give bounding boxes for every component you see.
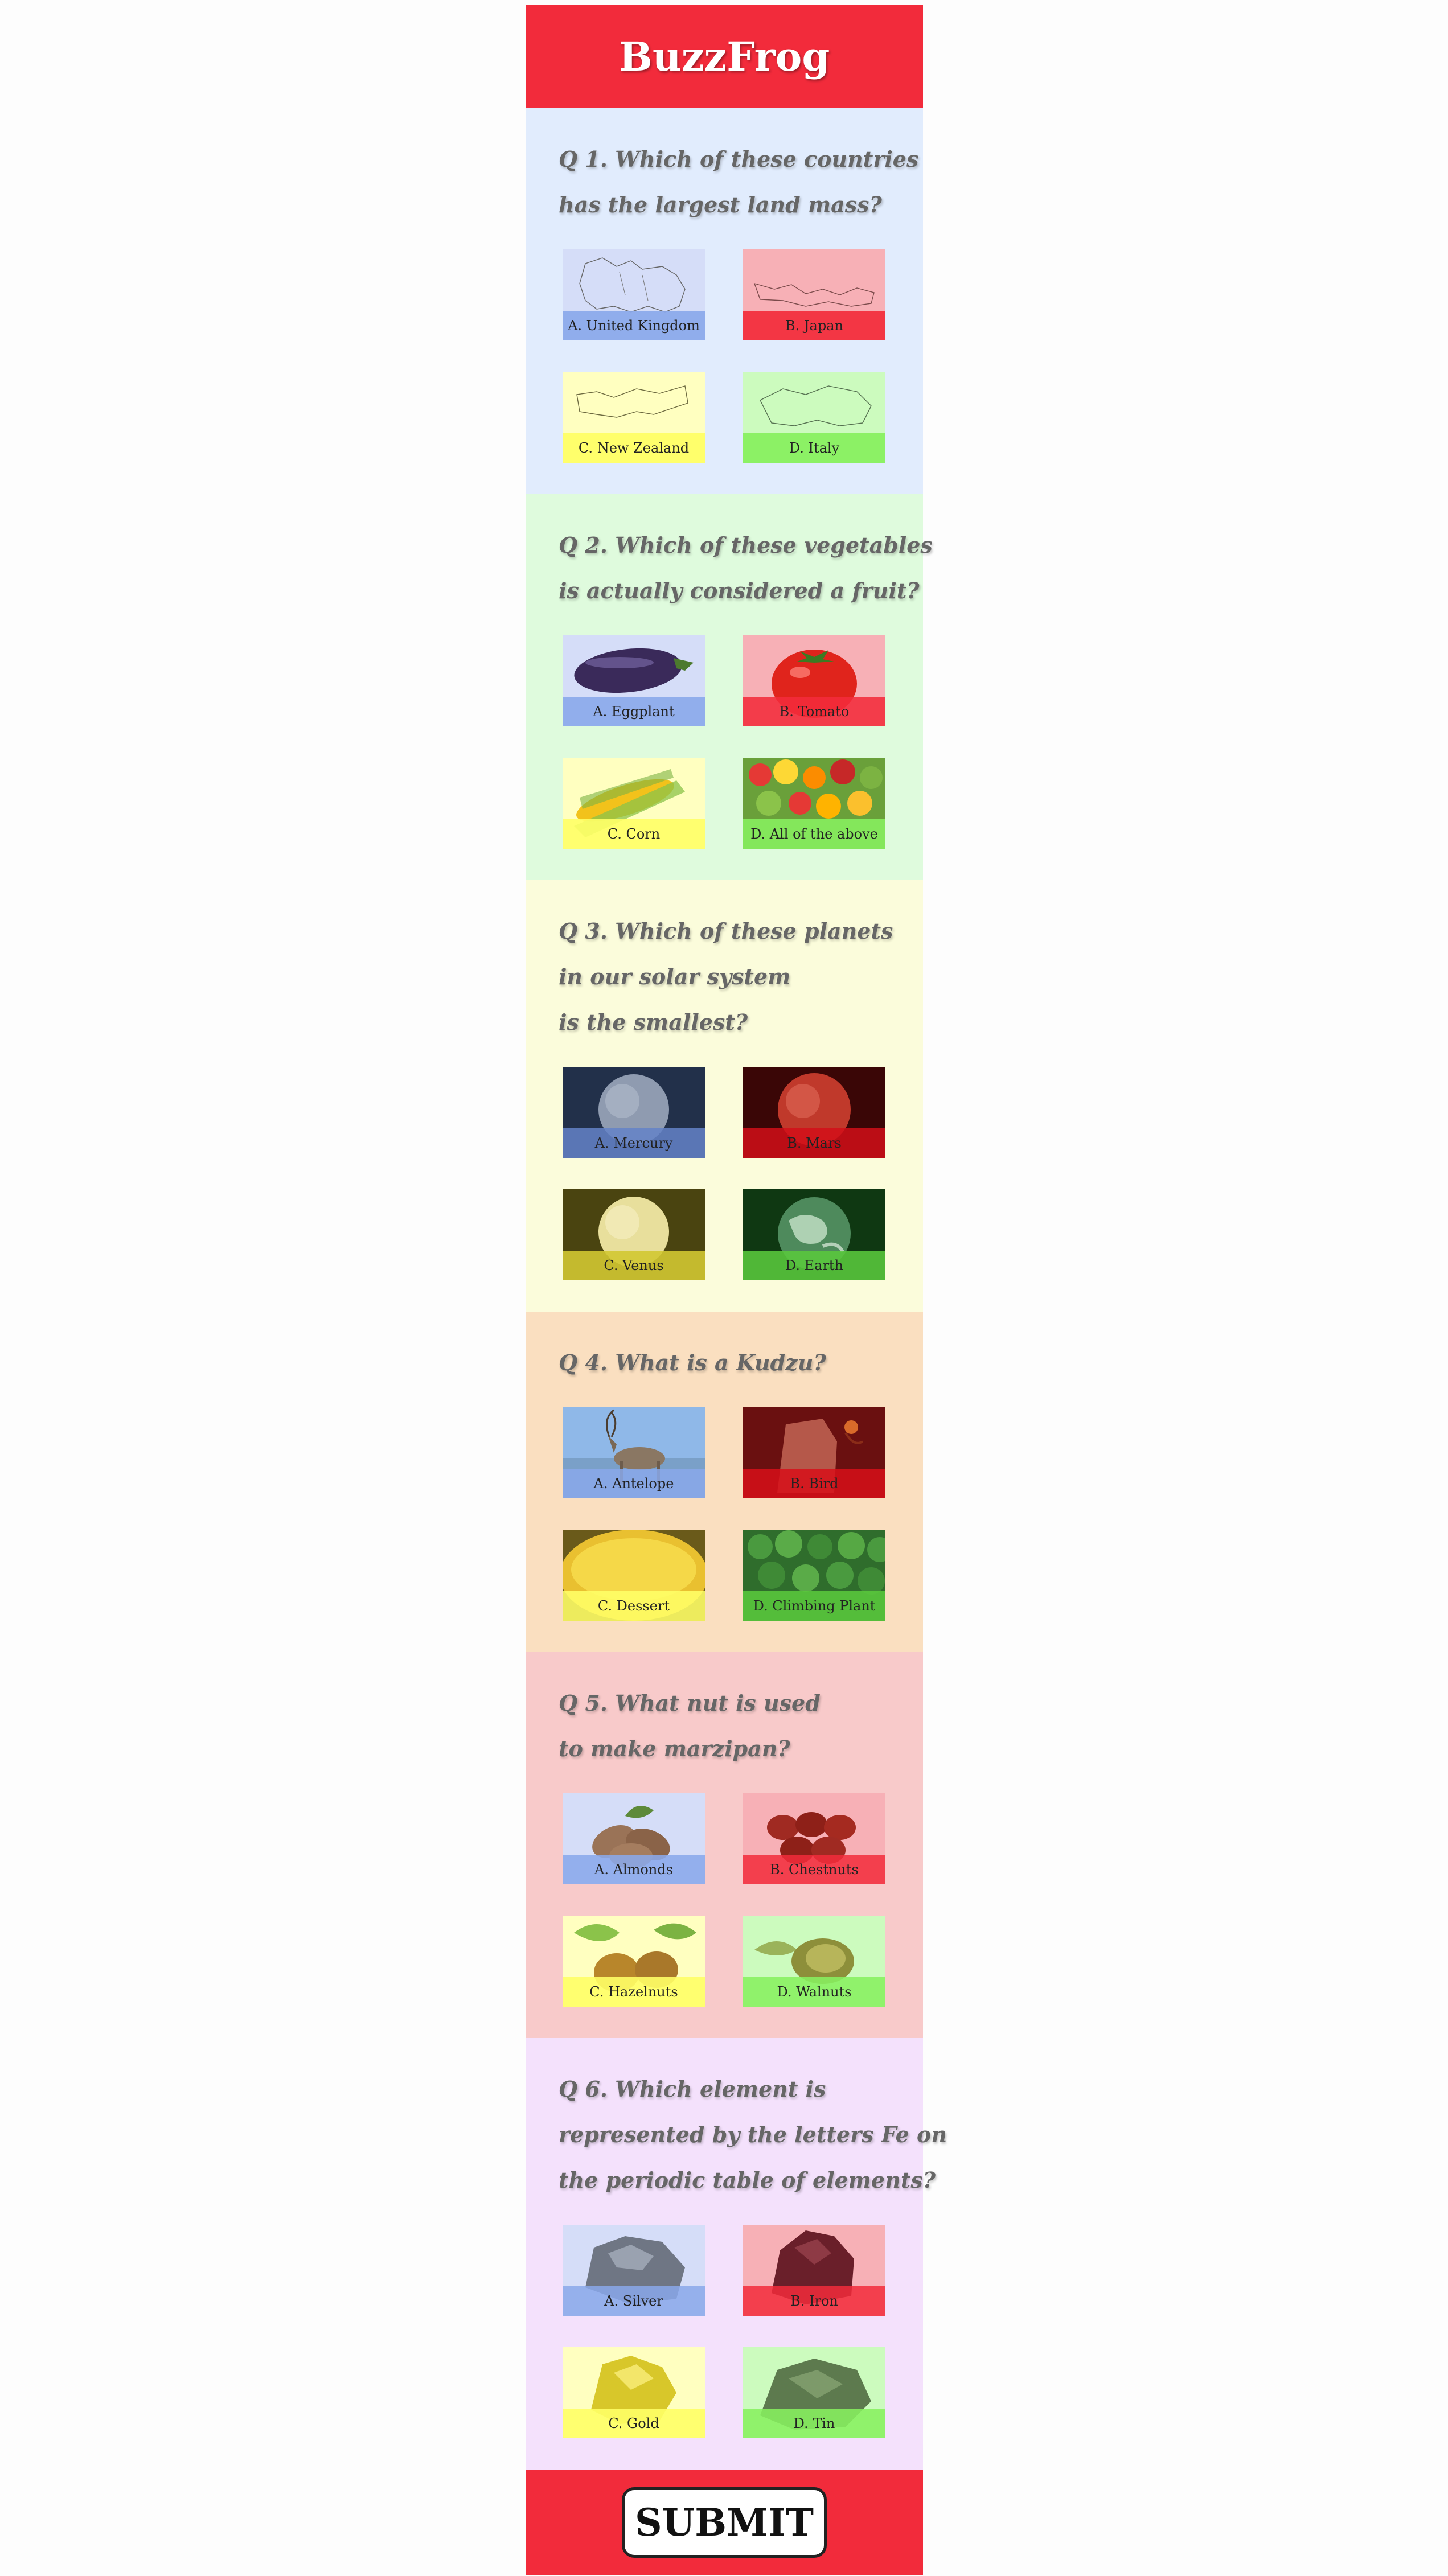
answer-option-b[interactable]: B. Mars (743, 1067, 885, 1158)
answer-option-b[interactable]: B. Japan (743, 249, 885, 340)
question-4: Q 4. What is a Kudzu? A. Antelope B. Bir… (526, 1312, 923, 1652)
answer-option-a[interactable]: A. United Kingdom (563, 249, 705, 340)
answer-option-a[interactable]: A. Antelope (563, 1407, 705, 1498)
answer-option-c[interactable]: C. Gold (563, 2347, 705, 2438)
answer-option-b[interactable]: B. Tomato (743, 635, 885, 726)
answer-label: A. United Kingdom (563, 311, 705, 340)
question-text: Q 6. Which element is represented by the… (559, 2066, 947, 2203)
question-line: the periodic table of elements? (559, 2167, 936, 2193)
question-2: Q 2. Which of these vegetables is actual… (526, 494, 933, 880)
question-text: Q 5. What nut is used to make marzipan? (559, 1681, 923, 1772)
question-line: Q 3. Which of these planets (559, 918, 893, 944)
answer-label: D. Italy (743, 433, 885, 463)
submit-button[interactable]: SUBMIT (622, 2487, 827, 2558)
answer-option-c[interactable]: C. Venus (563, 1189, 705, 1280)
answer-option-a[interactable]: A. Almonds (563, 1793, 705, 1884)
question-1: Q 1. Which of these countries has the la… (526, 108, 923, 494)
question-6: Q 6. Which element is represented by the… (526, 2038, 947, 2470)
answer-option-c[interactable]: C. Hazelnuts (563, 1916, 705, 2007)
answer-label: A. Mercury (563, 1128, 705, 1158)
answer-label: D. Climbing Plant (743, 1591, 885, 1621)
question-line: is the smallest? (559, 1009, 748, 1035)
answer-option-b[interactable]: B. Iron (743, 2225, 885, 2316)
answer-label: B. Chestnuts (743, 1855, 885, 1884)
answer-label: B. Tomato (743, 697, 885, 726)
answer-label: A. Almonds (563, 1855, 705, 1884)
app-title: BuzzFrog (618, 32, 830, 80)
answer-option-d[interactable]: D. Walnuts (743, 1916, 885, 2007)
app-footer: SUBMIT (526, 2470, 923, 2575)
app-header: BuzzFrog (526, 5, 923, 108)
question-line: Q 5. What nut is used (559, 1690, 821, 1716)
answer-label: C. Corn (563, 819, 705, 849)
answer-label: D. All of the above (743, 819, 885, 849)
answer-option-d[interactable]: D. Tin (743, 2347, 885, 2438)
question-3: Q 3. Which of these planets in our solar… (526, 880, 923, 1312)
answer-label: C. Hazelnuts (563, 1977, 705, 2007)
answer-option-c[interactable]: C. Dessert (563, 1530, 705, 1621)
answer-option-d[interactable]: D. All of the above (743, 758, 885, 849)
question-line: Q 1. Which of these countries (559, 146, 919, 172)
answer-grid: A. Silver B. Iron C. Gold D. Tin (563, 2225, 923, 2470)
question-line: Q 6. Which element is (559, 2076, 826, 2102)
answer-option-a[interactable]: A. Silver (563, 2225, 705, 2316)
answer-option-b[interactable]: B. Chestnuts (743, 1793, 885, 1884)
answer-option-c[interactable]: C. Corn (563, 758, 705, 849)
question-line: to make marzipan? (559, 1736, 790, 1761)
answer-grid: A. Eggplant B. Tomato C. Corn D. All of … (563, 635, 923, 880)
answer-grid: A. United Kingdom B. Japan C. New Zealan… (563, 249, 923, 494)
answer-label: C. Gold (563, 2409, 705, 2438)
answer-grid: A. Mercury B. Mars C. Venus D. Earth (563, 1067, 923, 1312)
question-text: Q 4. What is a Kudzu? (559, 1340, 923, 1386)
answer-option-b[interactable]: B. Bird (743, 1407, 885, 1498)
answer-option-d[interactable]: D. Climbing Plant (743, 1530, 885, 1621)
answer-label: D. Tin (743, 2409, 885, 2438)
answer-option-a[interactable]: A. Mercury (563, 1067, 705, 1158)
answer-label: C. Dessert (563, 1591, 705, 1621)
question-5: Q 5. What nut is used to make marzipan? … (526, 1652, 923, 2038)
answer-label: A. Eggplant (563, 697, 705, 726)
answer-label: B. Bird (743, 1469, 885, 1498)
answer-label: B. Iron (743, 2286, 885, 2316)
question-line: represented by the letters Fe on (559, 2122, 947, 2147)
answer-label: D. Earth (743, 1251, 885, 1280)
quiz-app: BuzzFrog Q 1. Which of these countries h… (526, 5, 947, 2575)
answer-option-d[interactable]: D. Italy (743, 372, 885, 463)
answer-label: C. New Zealand (563, 433, 705, 463)
answer-grid: A. Almonds B. Chestnuts C. Hazelnuts D. … (563, 1793, 923, 2038)
question-line: in our solar system (559, 964, 791, 989)
question-line: is actually considered a fruit? (559, 578, 920, 603)
question-text: Q 1. Which of these countries has the la… (559, 137, 923, 228)
question-line: Q 2. Which of these vegetables (559, 532, 933, 558)
answer-label: B. Japan (743, 311, 885, 340)
answer-label: D. Walnuts (743, 1977, 885, 2007)
answer-label: A. Antelope (563, 1469, 705, 1498)
question-line: Q 4. What is a Kudzu? (559, 1350, 826, 1375)
question-line: has the largest land mass? (559, 192, 882, 217)
answer-label: C. Venus (563, 1251, 705, 1280)
answer-option-c[interactable]: C. New Zealand (563, 372, 705, 463)
answer-option-a[interactable]: A. Eggplant (563, 635, 705, 726)
question-text: Q 2. Which of these vegetables is actual… (559, 523, 933, 614)
answer-option-d[interactable]: D. Earth (743, 1189, 885, 1280)
answer-label: B. Mars (743, 1128, 885, 1158)
answer-label: A. Silver (563, 2286, 705, 2316)
answer-grid: A. Antelope B. Bird C. Dessert D. Climbi… (563, 1407, 923, 1652)
question-text: Q 3. Which of these planets in our solar… (559, 909, 923, 1045)
